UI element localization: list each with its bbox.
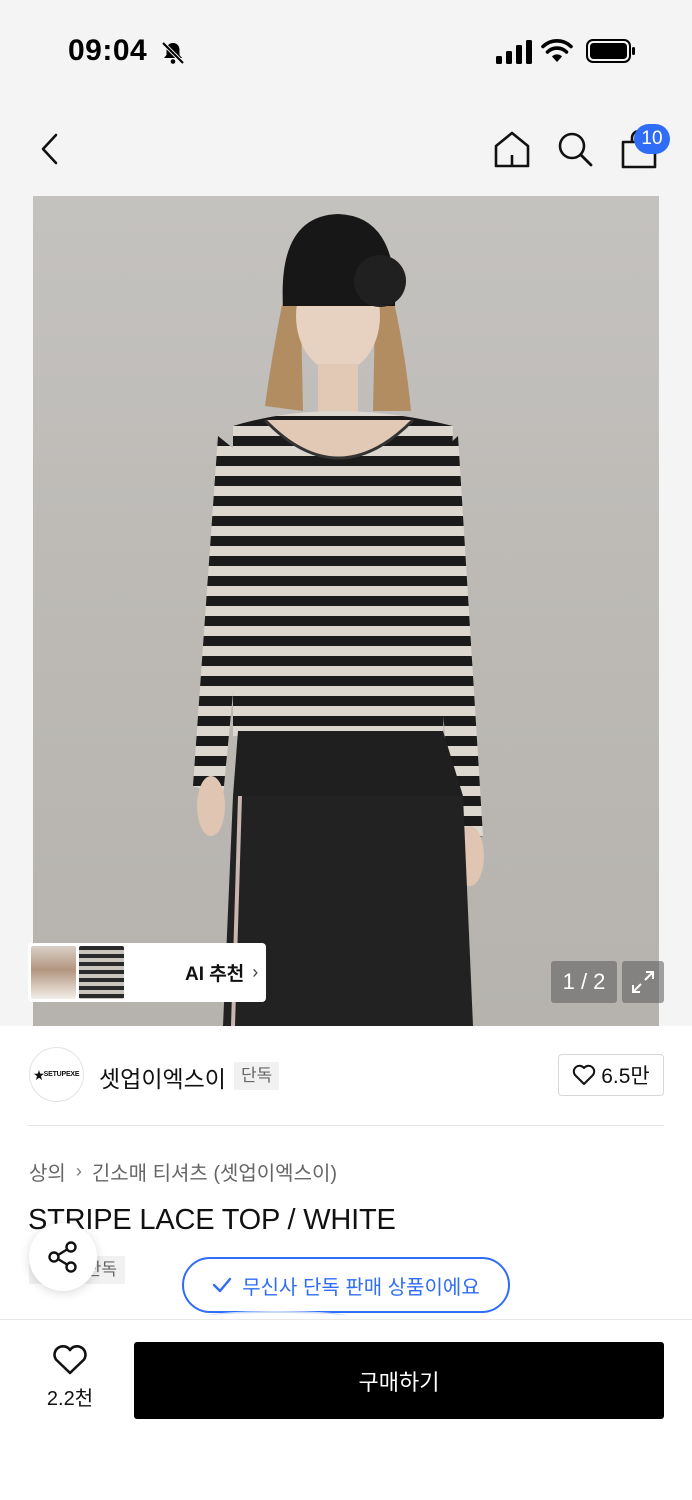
home-button[interactable] bbox=[490, 124, 534, 174]
breadcrumb: 상의 › 긴소매 티셔츠 (셋업이엑스이) bbox=[29, 1157, 337, 1186]
cart-count-badge: 10 bbox=[634, 124, 670, 154]
heart-icon bbox=[53, 1345, 87, 1375]
brand-logo-text: SETUPEXE bbox=[43, 1071, 80, 1078]
brand-name-link[interactable]: 셋업이엑스이 bbox=[99, 1060, 226, 1094]
chevron-right-icon: › bbox=[75, 1161, 82, 1181]
wifi-icon bbox=[541, 39, 573, 62]
checkmark-icon bbox=[213, 1277, 232, 1293]
search-icon bbox=[558, 132, 593, 167]
exclusive-toast: 무신사 단독 판매 상품이에요 bbox=[182, 1257, 510, 1313]
brand-like-count: 6.5만 bbox=[601, 1065, 650, 1088]
ai-recommend-label: AI 추천 bbox=[185, 964, 245, 985]
ai-thumb-2[interactable] bbox=[79, 946, 124, 999]
back-button[interactable] bbox=[28, 124, 72, 174]
brand-exclusive-tag: 단독 bbox=[234, 1062, 280, 1090]
home-icon bbox=[494, 131, 530, 168]
share-button[interactable] bbox=[29, 1223, 97, 1291]
wishlist-count: 2.2천 bbox=[46, 1388, 94, 1410]
ai-thumb-3[interactable] bbox=[127, 946, 172, 999]
breadcrumb-item-subcategory[interactable]: 긴소매 티셔츠 (셋업이엑스이) bbox=[92, 1157, 337, 1186]
star-icon bbox=[33, 1069, 44, 1080]
share-icon bbox=[48, 1241, 77, 1273]
heart-icon bbox=[573, 1064, 596, 1085]
cellular-signal-icon bbox=[496, 40, 532, 64]
product-photo[interactable] bbox=[33, 196, 659, 1026]
brand-like-button[interactable]: 6.5만 bbox=[558, 1054, 664, 1096]
ai-recommend-button[interactable]: AI 추천 › bbox=[28, 943, 266, 1002]
expand-icon bbox=[632, 971, 654, 993]
brand-logo[interactable]: SETUPEXE bbox=[29, 1047, 84, 1102]
image-page-indicator: 1 / 2 bbox=[551, 961, 617, 1003]
status-time: 09:04 bbox=[68, 34, 148, 67]
model-illustration bbox=[193, 214, 484, 1026]
wishlist-button[interactable]: 2.2천 bbox=[36, 1344, 104, 1416]
toast-text: 무신사 단독 판매 상품이에요 bbox=[242, 1276, 480, 1299]
buy-button[interactable]: 구매하기 bbox=[134, 1342, 664, 1419]
breadcrumb-item-category[interactable]: 상의 bbox=[29, 1157, 66, 1186]
chevron-right-icon: › bbox=[252, 962, 259, 982]
ai-thumb-1[interactable] bbox=[31, 946, 76, 999]
search-button[interactable] bbox=[553, 124, 597, 174]
fullscreen-button[interactable] bbox=[622, 961, 664, 1003]
chevron-left-icon bbox=[41, 133, 58, 165]
battery-icon bbox=[586, 39, 635, 63]
divider bbox=[28, 1125, 664, 1126]
bell-muted-icon bbox=[161, 41, 185, 65]
